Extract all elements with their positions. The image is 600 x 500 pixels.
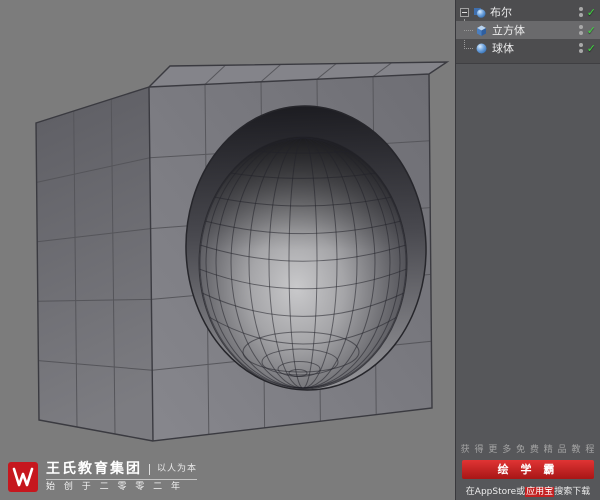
brand-company-name: 王氏教育集团 bbox=[46, 461, 142, 477]
boolean-scene-render bbox=[0, 0, 455, 500]
tree-branch-line bbox=[464, 48, 473, 49]
brand-slogan: 以人为本 bbox=[157, 463, 198, 474]
tree-row-boolean[interactable]: 布尔 ✓ bbox=[456, 3, 600, 21]
tree-row-cube[interactable]: 立方体 ✓ bbox=[456, 21, 600, 39]
visibility-dots[interactable] bbox=[578, 25, 583, 35]
promo-block: 获 得 更 多 免 费 精 品 教 程 绘 学 霸 在AppStore或应用宝搜… bbox=[456, 442, 600, 497]
tree-label-cube[interactable]: 立方体 bbox=[492, 25, 525, 36]
boolean-object-icon bbox=[472, 5, 486, 19]
wangshi-logo-icon bbox=[8, 462, 38, 492]
collapse-toggle-icon[interactable] bbox=[460, 7, 469, 17]
brand-block: 王氏教育集团 以人为本 始 创 于 二 零 零 二 年 bbox=[8, 461, 198, 492]
tree-label-boolean[interactable]: 布尔 bbox=[490, 7, 512, 18]
tree-branch-line bbox=[464, 30, 473, 31]
yingyongbao-highlight: 应用宝 bbox=[525, 487, 555, 497]
sphere-object-icon bbox=[474, 41, 488, 55]
enabled-check-icon[interactable]: ✓ bbox=[587, 25, 596, 36]
brand-divider bbox=[149, 463, 150, 475]
brand-since: 始 创 于 二 零 零 二 年 bbox=[46, 482, 184, 492]
promo-tagline: 获 得 更 多 免 费 精 品 教 程 bbox=[460, 445, 596, 455]
tree-label-sphere[interactable]: 球体 bbox=[492, 43, 514, 54]
object-manager: 布尔 ✓ 立方体 ✓ 球体 ✓ bbox=[456, 0, 600, 64]
visibility-dots[interactable] bbox=[578, 43, 583, 53]
download-hint: 在AppStore或应用宝搜索下载 bbox=[456, 484, 600, 497]
enabled-check-icon[interactable]: ✓ bbox=[587, 43, 596, 54]
enabled-check-icon[interactable]: ✓ bbox=[587, 7, 596, 18]
huixueba-button[interactable]: 绘 学 霸 bbox=[462, 460, 594, 479]
visibility-dots[interactable] bbox=[578, 7, 583, 17]
tree-row-sphere[interactable]: 球体 ✓ bbox=[456, 39, 600, 57]
download-suffix: 搜索下载 bbox=[554, 487, 591, 497]
viewport-3d[interactable]: 王氏教育集团 以人为本 始 创 于 二 零 零 二 年 bbox=[0, 0, 455, 500]
download-prefix: 在AppStore或 bbox=[465, 487, 526, 497]
cube-object-icon bbox=[474, 23, 488, 37]
app-window: 王氏教育集团 以人为本 始 创 于 二 零 零 二 年 布尔 ✓ 立方体 ✓ 球… bbox=[0, 0, 600, 500]
sidebar-panel: 布尔 ✓ 立方体 ✓ 球体 ✓ 获 得 更 多 免 费 精 品 教 程 绘 学 … bbox=[455, 0, 600, 500]
